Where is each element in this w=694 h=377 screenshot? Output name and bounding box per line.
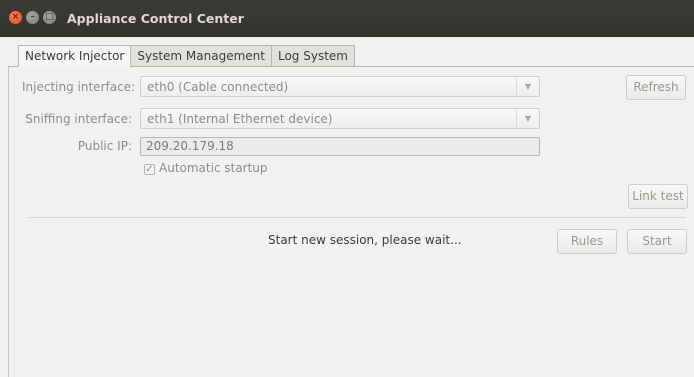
divider: [28, 217, 686, 218]
start-button[interactable]: Start: [627, 229, 687, 254]
refresh-button[interactable]: Refresh: [626, 75, 686, 100]
rules-button[interactable]: Rules: [557, 229, 617, 254]
automatic-startup-label[interactable]: Automatic startup: [159, 161, 268, 175]
sniffing-interface-label: Sniffing interface:: [25, 112, 132, 126]
injecting-interface-label: Injecting interface:: [22, 80, 136, 94]
sniffing-interface-value: eth1 (Internal Ethernet device): [147, 112, 333, 126]
injecting-interface-select[interactable]: eth0 (Cable connected) ▼: [140, 76, 540, 97]
maximize-icon[interactable]: □: [43, 11, 56, 24]
sniffing-interface-select[interactable]: eth1 (Internal Ethernet device) ▼: [140, 108, 540, 129]
injecting-interface-value: eth0 (Cable connected): [147, 80, 289, 94]
tab-network-injector[interactable]: Network Injector: [18, 45, 132, 67]
checkmark-icon[interactable]: ✓: [144, 164, 155, 175]
window-titlebar[interactable]: × – □ Appliance Control Center: [0, 0, 694, 37]
chevron-down-icon: ▼: [516, 77, 539, 96]
public-ip-field[interactable]: 209.20.179.18: [140, 137, 540, 156]
link-test-button[interactable]: Link test: [628, 184, 688, 209]
public-ip-label: Public IP:: [77, 139, 132, 153]
tab-bar: Network Injector System Management Log S…: [18, 45, 355, 67]
chevron-down-icon: ▼: [516, 109, 539, 128]
status-message: Start new session, please wait...: [268, 233, 462, 247]
tab-system-management[interactable]: System Management: [130, 45, 272, 66]
tab-log-system[interactable]: Log System: [270, 45, 355, 66]
minimize-icon[interactable]: –: [26, 11, 39, 24]
window-title: Appliance Control Center: [67, 11, 244, 26]
close-icon[interactable]: ×: [9, 11, 22, 24]
